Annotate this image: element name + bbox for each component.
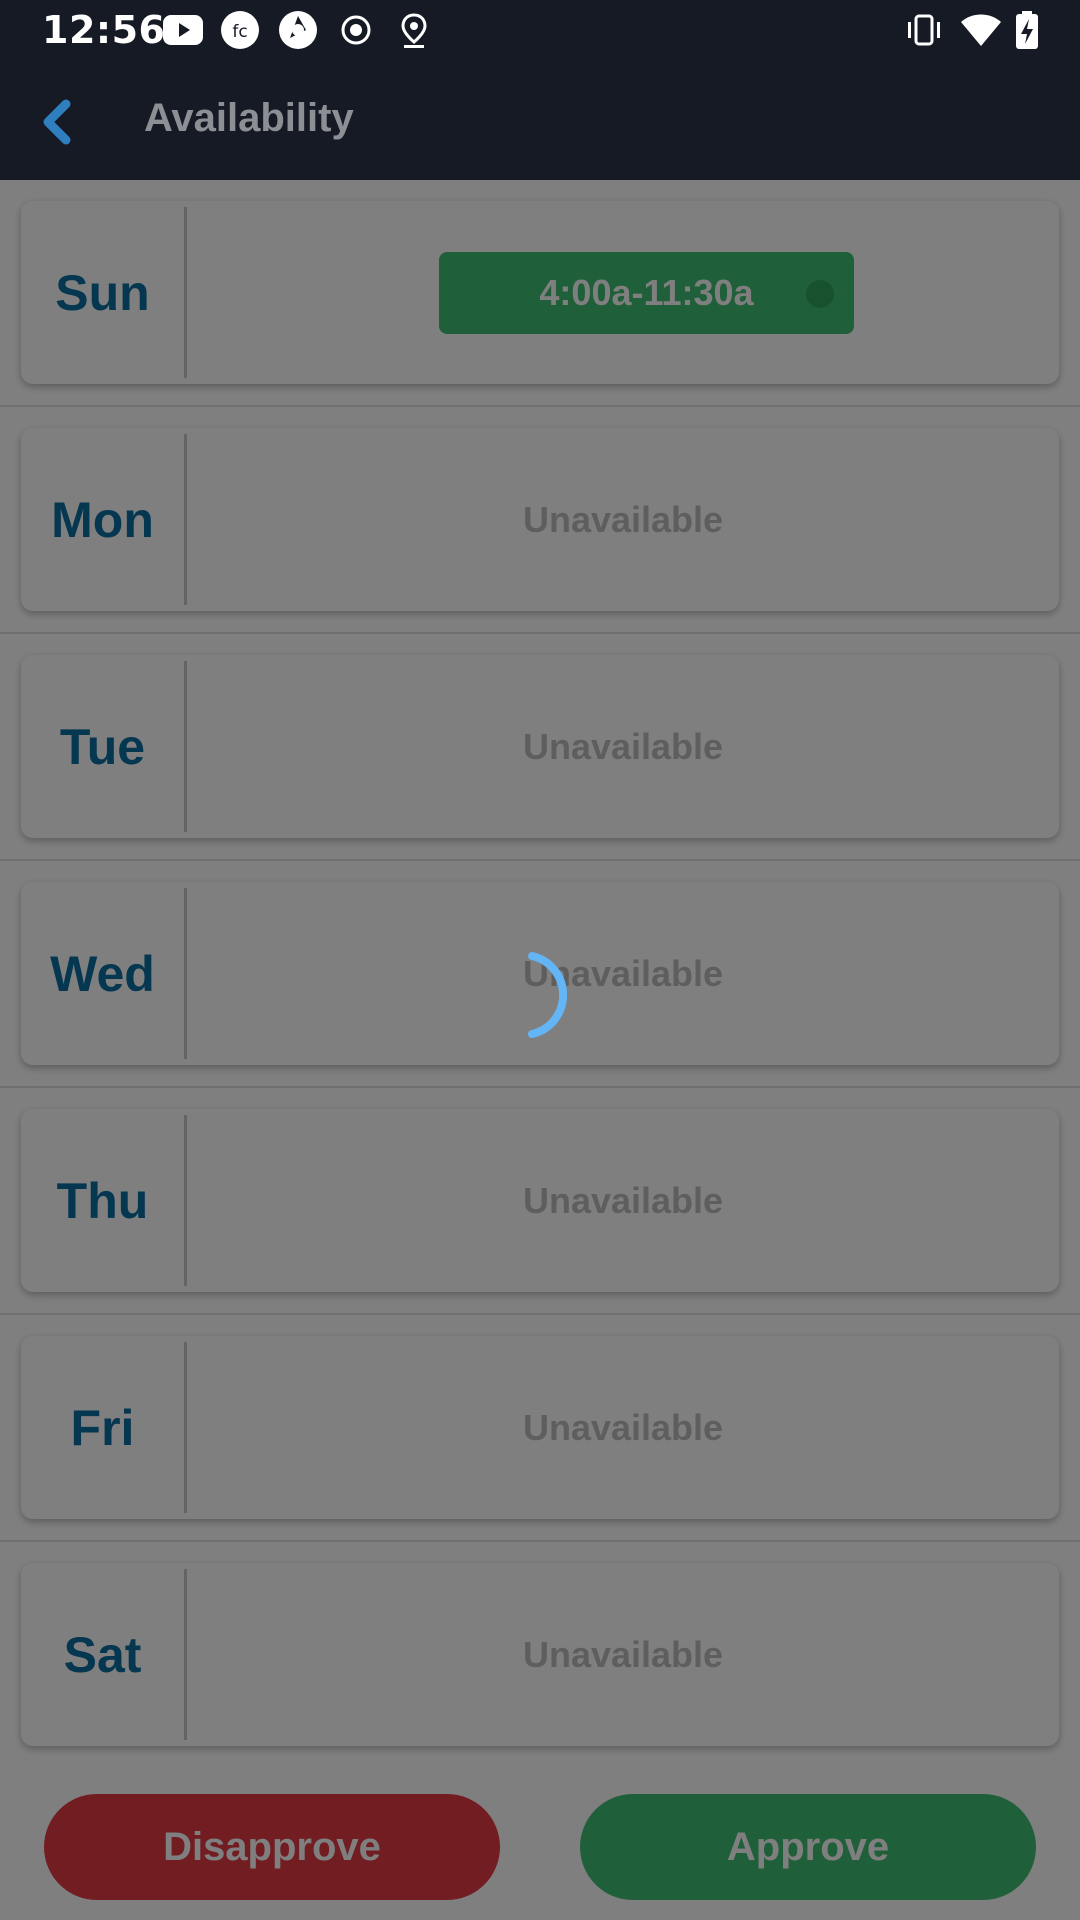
vibrate-icon [908, 14, 940, 46]
chevron-left-icon [43, 99, 71, 145]
svg-text:fc: fc [232, 22, 247, 42]
fc-app-icon: fc [221, 11, 259, 49]
page-title: Availability [144, 96, 354, 140]
status-bar: 12:56 fc [0, 0, 1080, 64]
back-button[interactable] [22, 86, 94, 158]
youtube-icon [163, 15, 203, 45]
loading-overlay [0, 180, 1080, 1920]
wifi-icon [961, 14, 1001, 46]
location-pin-icon [401, 13, 427, 48]
battery-charging-icon [1016, 11, 1038, 49]
app-bar: Availability [0, 64, 1080, 180]
camera-aperture-icon [279, 11, 317, 49]
loading-spinner [528, 952, 568, 1038]
status-time: 12:56 [42, 8, 166, 52]
record-icon [341, 15, 371, 45]
